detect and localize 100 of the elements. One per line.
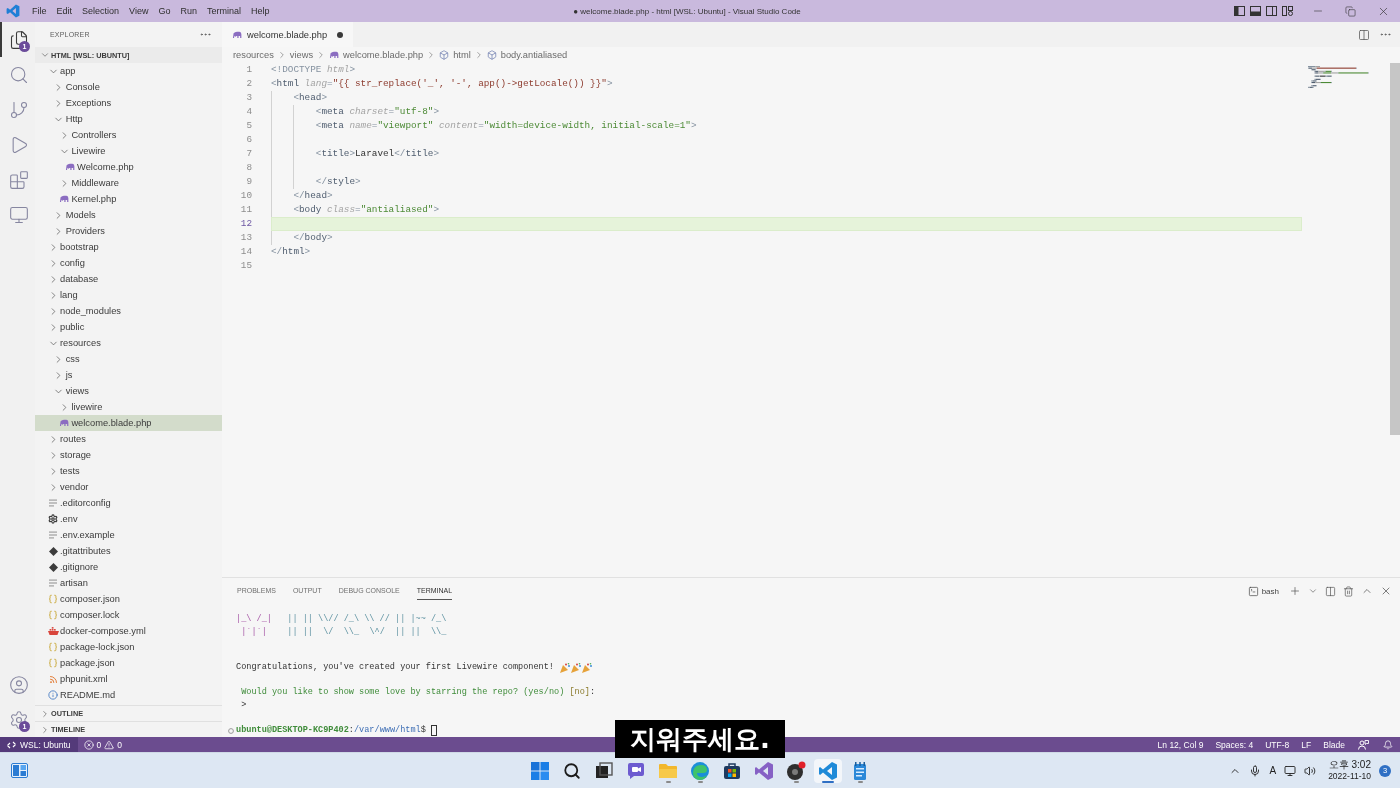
breadcrumb-item[interactable]: views	[289, 50, 314, 60]
tree-item[interactable]: storage	[35, 447, 222, 463]
tree-item[interactable]: routes	[35, 431, 222, 447]
split-terminal-icon[interactable]	[1325, 585, 1336, 597]
lines-icon	[49, 579, 57, 587]
tree-item[interactable]: config	[35, 255, 222, 271]
restore-icon[interactable]	[1345, 5, 1356, 17]
menu-item[interactable]: File	[27, 0, 52, 22]
rss-icon	[48, 674, 58, 684]
info-icon	[48, 690, 58, 700]
tree-item[interactable]: bootstrap	[35, 239, 222, 255]
status-item[interactable]: UTF-8	[1259, 737, 1296, 752]
status-item[interactable]: Spaces: 4	[1209, 737, 1260, 752]
tree-item[interactable]: .env.example	[35, 527, 222, 543]
tree-item[interactable]: lang	[35, 287, 222, 303]
cube-icon	[486, 50, 497, 60]
tree-item[interactable]: artisan	[35, 575, 222, 591]
terminal-line: |`|`| || || \/ \\_ \^/ || || \\_	[241, 626, 447, 639]
menu-item[interactable]: View	[124, 0, 154, 22]
tree-item[interactable]: tests	[35, 463, 222, 479]
chat-bubble-icon	[626, 760, 646, 781]
tree-item[interactable]: database	[35, 271, 222, 287]
tree-item[interactable]: Welcome.php	[35, 159, 222, 175]
tree-item[interactable]: livewire	[35, 399, 222, 415]
problems-indicator[interactable]: 0 0	[77, 737, 129, 752]
tree-item[interactable]: package.json	[35, 655, 222, 671]
right-sidebar-layout-icon[interactable]	[1266, 6, 1277, 16]
status-item[interactable]: Ln 12, Col 9	[1151, 737, 1210, 752]
four-squares-icon	[530, 760, 550, 781]
tree-item[interactable]: js	[35, 367, 222, 383]
line-number: 1	[245, 63, 252, 77]
account-icon	[8, 674, 29, 695]
status-item[interactable]: Blade	[1317, 737, 1351, 752]
menu-item[interactable]: Go	[153, 0, 176, 22]
code-line: <head>	[293, 91, 328, 105]
remote-indicator[interactable]: WSL: Ubuntu	[0, 737, 78, 752]
scrollbar[interactable]	[1390, 63, 1400, 435]
breadcrumb-item[interactable]: html	[439, 50, 471, 60]
status-item[interactable]: LF	[1295, 737, 1318, 752]
panel-layout-icon[interactable]	[1250, 6, 1261, 16]
tree-item[interactable]: public	[35, 319, 222, 335]
add-icon[interactable]	[1289, 585, 1301, 597]
tree-item[interactable]: phpunit.xml	[35, 671, 222, 687]
tree-item[interactable]: .gitattributes	[35, 543, 222, 559]
breadcrumb-item[interactable]: body.antialiased	[486, 50, 568, 60]
tree-item[interactable]: package-lock.json	[35, 639, 222, 655]
monitor-icon[interactable]	[1284, 764, 1297, 777]
clock[interactable]: 오후 3:02 2022-11-10	[1328, 759, 1371, 782]
elephant-icon	[59, 195, 70, 203]
widgets-icon[interactable]	[11, 763, 28, 778]
input-indicator[interactable]: A	[1269, 765, 1277, 776]
tree-item[interactable]: welcome.blade.php	[35, 415, 222, 431]
menu-item[interactable]: Run	[175, 0, 202, 22]
tree-item[interactable]: Controllers	[35, 127, 222, 143]
tree-item[interactable]: docker-compose.yml	[35, 623, 222, 639]
breadcrumb-item[interactable]: welcome.blade.php	[329, 50, 424, 60]
tree-item[interactable]: composer.lock	[35, 607, 222, 623]
logo-icon	[6, 4, 20, 18]
menu-item[interactable]: Edit	[51, 0, 78, 22]
tree-item[interactable]: Models	[35, 207, 222, 223]
gear-icon	[48, 514, 58, 524]
terminal-shell-button[interactable]: bash	[1247, 585, 1279, 597]
tree-item[interactable]: Livewire	[35, 143, 222, 159]
tree-item[interactable]: Exceptions	[35, 95, 222, 111]
chevron-down-icon[interactable]	[1308, 586, 1318, 596]
menu-item[interactable]: Help	[245, 0, 275, 22]
tree-item[interactable]: Kernel.php	[35, 191, 222, 207]
code-line: </html>	[271, 245, 311, 259]
breadcrumb-item[interactable]: resources	[233, 50, 274, 60]
menu-item[interactable]: Selection	[77, 0, 125, 22]
remote-icon	[7, 740, 16, 749]
tree-item[interactable]: .gitignore	[35, 559, 222, 575]
tree-item[interactable]: vendor	[35, 479, 222, 495]
party-popper-icon	[571, 662, 582, 673]
feedback-icon[interactable]	[1358, 739, 1369, 750]
tree-item[interactable]: Middleware	[35, 175, 222, 191]
split-editor-icon[interactable]	[1358, 28, 1370, 41]
tree-item[interactable]: app	[35, 63, 222, 79]
bell-icon[interactable]	[1383, 739, 1393, 750]
tree-item[interactable]: views	[35, 383, 222, 399]
tree-item[interactable]: resources	[35, 335, 222, 351]
terminal-icon	[1247, 585, 1259, 597]
menu-item[interactable]: Terminal	[201, 0, 246, 22]
sidebar-layout-icon[interactable]	[1234, 6, 1245, 16]
tree-item[interactable]: css	[35, 351, 222, 367]
tree-item[interactable]: Http	[35, 111, 222, 127]
editor-tab[interactable]: welcome.blade.php	[222, 22, 354, 47]
store-bag-icon	[722, 760, 742, 781]
close-icon[interactable]	[1380, 585, 1392, 597]
tree-item[interactable]: Console	[35, 79, 222, 95]
trash-icon[interactable]	[1343, 585, 1354, 597]
speaker-icon[interactable]	[1304, 764, 1317, 777]
tree-item[interactable]: Providers	[35, 223, 222, 239]
tree-item[interactable]: README.md	[35, 687, 222, 703]
tree-item[interactable]: node_modules	[35, 303, 222, 319]
tree-item[interactable]: composer.json	[35, 591, 222, 607]
tree-item[interactable]: .editorconfig	[35, 495, 222, 511]
layout-icon[interactable]	[1282, 6, 1293, 16]
tree-item[interactable]: .env	[35, 511, 222, 527]
mic-icon[interactable]	[1249, 764, 1262, 777]
